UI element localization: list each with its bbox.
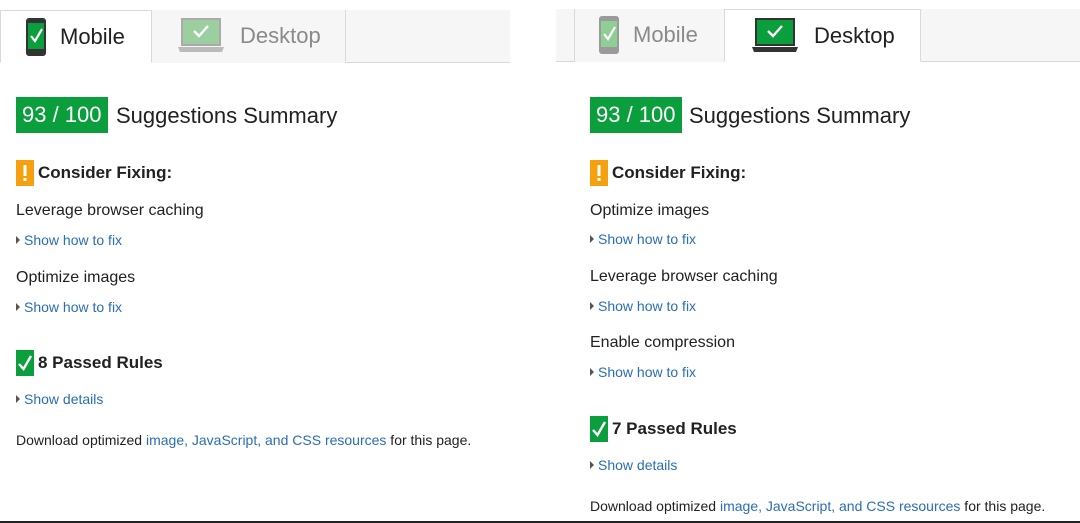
rule-title: Optimize images [590,202,710,219]
show-how-to-fix-link[interactable]: Show how to fix [590,297,696,315]
tab-desktop[interactable]: Desktop [152,10,346,63]
rule-title: Enable compression [590,334,735,351]
rule-title: Leverage browser caching [16,202,204,219]
caret-right-icon [590,235,594,243]
score-badge: 93 / 100 [16,97,108,133]
show-how-to-fix-link[interactable]: Show how to fix [590,230,696,248]
tab-mobile-label: Mobile [60,24,125,49]
check-icon [590,416,608,442]
device-tab-bar: Mobile Desktop [556,9,1080,62]
consider-fixing-title: Consider Fixing: [612,163,747,182]
download-resources-note: Download optimized image, JavaScript, an… [16,432,472,448]
show-how-to-fix-link[interactable]: Show how to fix [590,363,696,381]
caret-right-icon [16,303,20,311]
desktop-results-panel: Mobile Desktop 93 / 100 Suggestions Summ… [556,0,1080,523]
tab-bar-filler [920,9,1080,61]
show-how-to-fix-link[interactable]: Show how to fix [16,231,122,249]
download-resources-link[interactable]: image, JavaScript, and CSS resources [720,498,960,514]
passed-rules-title: 8 Passed Rules [38,353,163,372]
download-resources-note: Download optimized image, JavaScript, an… [590,498,1046,514]
show-details-link[interactable]: Show details [590,456,677,474]
tab-desktop[interactable]: Desktop [724,9,921,62]
tab-bar-filler [345,10,510,62]
score-badge: 93 / 100 [590,97,682,133]
tab-desktop-label: Desktop [814,23,895,48]
phone-check-icon [26,18,46,56]
download-resources-link[interactable]: image, JavaScript, and CSS resources [146,432,386,448]
tab-desktop-label: Desktop [240,23,321,48]
tab-mobile[interactable]: Mobile [0,10,152,63]
summary-title: Suggestions Summary [116,103,338,128]
caret-right-icon [16,236,20,244]
consider-fixing-title: Consider Fixing: [38,163,173,182]
warning-icon [16,160,34,186]
device-tab-bar: Mobile Desktop [0,10,510,63]
rule-title: Leverage browser caching [590,268,778,285]
show-details-link[interactable]: Show details [16,390,103,408]
monitor-check-icon [178,18,224,52]
monitor-check-icon [752,18,798,52]
summary-title: Suggestions Summary [689,103,911,128]
tab-mobile[interactable]: Mobile [574,9,725,62]
caret-right-icon [590,461,594,469]
passed-rules-title: 7 Passed Rules [612,419,737,438]
phone-check-icon [599,16,619,54]
tab-mobile-label: Mobile [633,22,698,47]
caret-right-icon [16,395,20,403]
caret-right-icon [590,302,594,310]
mobile-results-panel: Mobile Desktop 93 / 100 Suggestions Summ… [0,0,510,523]
caret-right-icon [590,368,594,376]
rule-title: Optimize images [16,269,136,286]
warning-icon [590,160,608,186]
tab-bar-filler [556,9,574,61]
show-how-to-fix-link[interactable]: Show how to fix [16,298,122,316]
check-icon [16,350,34,376]
